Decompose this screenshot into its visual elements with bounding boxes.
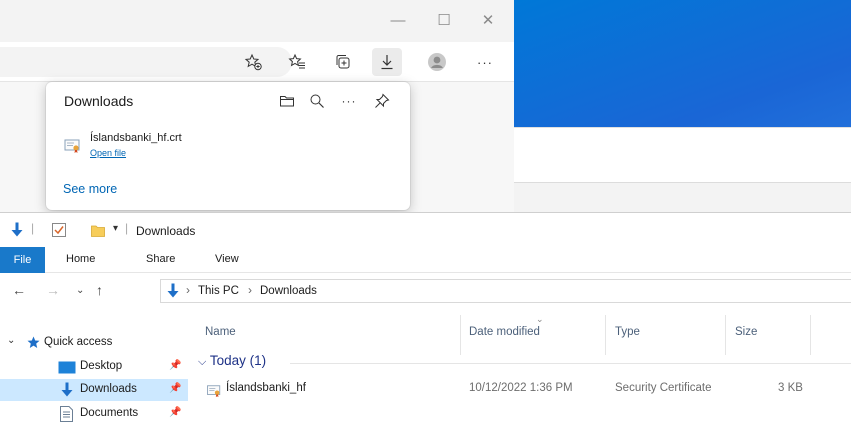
date-modified-cell: 10/12/2022 1:36 PM xyxy=(469,382,573,394)
favorites-icon[interactable] xyxy=(282,48,312,76)
close-button[interactable]: ✕ xyxy=(472,8,504,34)
column-date-modified[interactable]: Date modified xyxy=(469,326,540,338)
tab-file[interactable]: File xyxy=(0,247,45,273)
breadcrumb-separator: › xyxy=(186,283,190,297)
certificate-icon xyxy=(206,384,223,403)
address-bar[interactable]: › This PC › Downloads xyxy=(160,279,851,303)
sort-chevron-icon: ⌄ xyxy=(536,314,544,324)
profile-icon[interactable] xyxy=(422,48,452,76)
pin-icon[interactable] xyxy=(371,90,393,112)
type-cell: Security Certificate xyxy=(615,382,712,394)
column-size[interactable]: Size xyxy=(735,326,757,338)
forward-arrow-icon[interactable]: → xyxy=(46,282,60,298)
column-divider[interactable] xyxy=(725,315,726,355)
open-folder-icon[interactable] xyxy=(276,90,298,112)
download-file-name: Íslandsbanki_hf.crt xyxy=(90,132,182,144)
breadcrumb-separator: › xyxy=(248,283,252,297)
breadcrumb-this-pc[interactable]: This PC xyxy=(198,285,239,297)
tab-view[interactable]: View xyxy=(215,253,239,265)
ribbon-tabs: File Home Share View xyxy=(0,247,851,273)
downloads-folder-icon xyxy=(166,283,180,304)
download-item[interactable]: Íslandsbanki_hf.crt Open file xyxy=(60,130,396,166)
pin-icon[interactable]: 📌 xyxy=(169,383,181,394)
browser-toolbar: ··· xyxy=(0,42,514,82)
pin-icon[interactable]: 📌 xyxy=(169,360,181,371)
properties-icon[interactable] xyxy=(52,223,66,242)
see-more-link[interactable]: See more xyxy=(63,182,117,196)
sidebar-item-label: Downloads xyxy=(80,383,137,395)
column-divider[interactable] xyxy=(460,315,461,355)
browser-titlebar: — ☐ ✕ xyxy=(0,0,514,42)
new-folder-icon[interactable] xyxy=(91,224,105,242)
star-icon xyxy=(27,336,40,354)
column-name[interactable]: Name xyxy=(205,326,236,338)
maximize-button[interactable]: ☐ xyxy=(428,8,460,34)
navigation-bar: ← → ⌄ ↑ › This PC › Downloads xyxy=(0,274,851,308)
breadcrumb-downloads[interactable]: Downloads xyxy=(260,285,317,297)
sidebar-item-desktop[interactable]: Desktop 📌 xyxy=(0,356,188,378)
group-header-today[interactable]: ⌵ Today (1) xyxy=(198,353,266,369)
pin-icon[interactable]: 📌 xyxy=(169,407,181,418)
qat-separator: | xyxy=(31,221,35,235)
collections-icon[interactable] xyxy=(328,48,358,76)
column-divider[interactable] xyxy=(810,315,811,355)
search-icon[interactable] xyxy=(306,90,328,112)
title-separator: | xyxy=(125,221,129,235)
up-arrow-icon[interactable]: ↑ xyxy=(96,282,103,298)
navigation-pane: ⌄ Quick access Desktop 📌 Downloads 📌 Doc xyxy=(0,308,190,428)
tab-home[interactable]: Home xyxy=(66,253,95,265)
sidebar-item-label: Desktop xyxy=(80,360,123,372)
add-favorite-icon[interactable] xyxy=(238,48,268,76)
background-window-body xyxy=(514,127,851,182)
customize-qat-icon[interactable]: ▾ xyxy=(113,223,118,234)
downloads-icon[interactable] xyxy=(372,48,402,76)
expand-chevron-icon[interactable]: ⌄ xyxy=(7,335,15,346)
background-window-footer xyxy=(514,182,851,212)
tab-share[interactable]: Share xyxy=(146,253,175,265)
minimize-button[interactable]: — xyxy=(382,8,414,34)
group-divider xyxy=(290,363,851,364)
group-label: Today (1) xyxy=(209,353,267,368)
flyout-title: Downloads xyxy=(64,93,134,109)
sidebar-item-label: Documents xyxy=(80,407,139,419)
column-type[interactable]: Type xyxy=(615,326,640,338)
column-divider[interactable] xyxy=(605,315,606,355)
sidebar-item-documents[interactable]: Documents 📌 xyxy=(0,403,188,425)
downloads-flyout: Downloads ··· Íslandsbanki_hf.crt Open f… xyxy=(46,82,410,210)
certificate-icon xyxy=(64,138,82,159)
nav-quick-access-label: Quick access xyxy=(44,336,113,348)
file-explorer-window: | ▾ | Downloads File Home Share View ← →… xyxy=(0,212,851,428)
group-collapse-chevron-icon[interactable]: ⌵ xyxy=(198,356,206,368)
more-icon[interactable]: ··· xyxy=(470,48,500,76)
back-arrow-icon[interactable]: ← xyxy=(12,282,26,298)
file-name-cell[interactable]: Íslandsbanki_hf xyxy=(226,382,306,394)
quick-access-toolbar: | ▾ | Downloads xyxy=(0,213,851,247)
size-cell: 3 KB xyxy=(778,382,803,394)
file-list: Name ⌄ Date modified Type Size ⌵ Today (… xyxy=(190,308,851,428)
sidebar-item-downloads[interactable]: Downloads 📌 xyxy=(0,379,188,401)
open-file-link[interactable]: Open file xyxy=(90,148,126,158)
nav-quick-access[interactable]: ⌄ Quick access xyxy=(0,332,188,354)
recent-locations-icon[interactable]: ⌄ xyxy=(76,285,84,296)
flyout-more-icon[interactable]: ··· xyxy=(338,90,360,112)
window-title: Downloads xyxy=(136,224,196,238)
documents-icon xyxy=(60,406,73,427)
download-arrow-icon xyxy=(10,222,24,243)
downloads-icon xyxy=(60,382,74,403)
desktop-icon xyxy=(58,361,76,379)
